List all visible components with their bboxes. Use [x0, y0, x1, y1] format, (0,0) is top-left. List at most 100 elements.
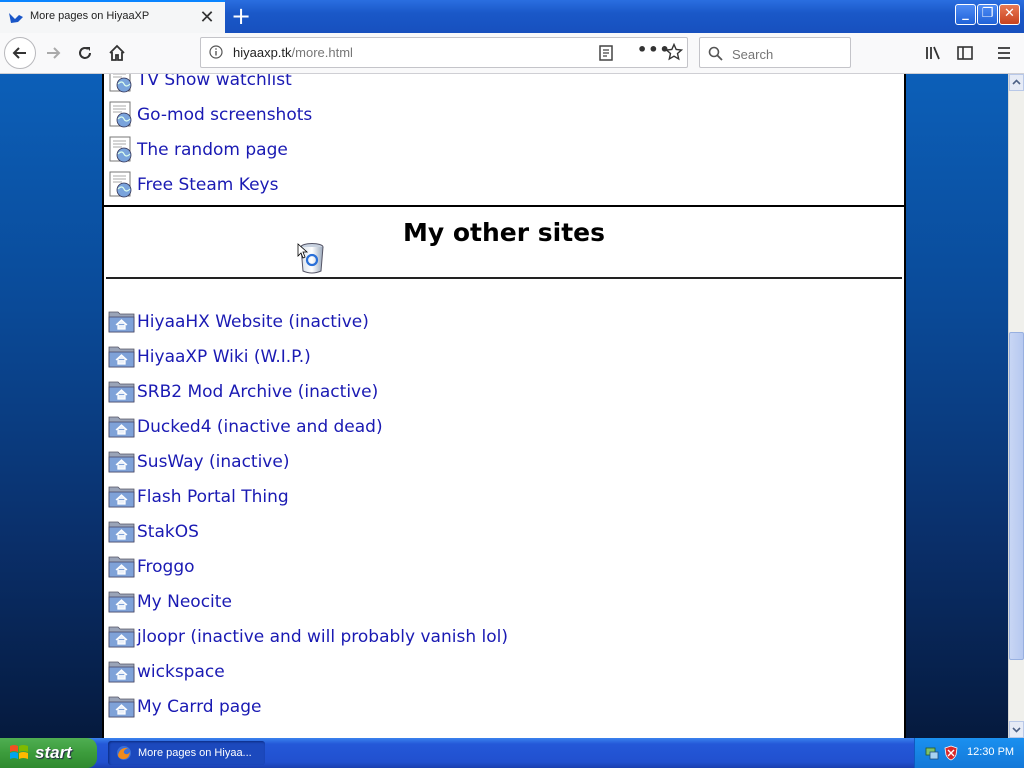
folder-home-icon — [108, 521, 135, 543]
link-label[interactable]: SusWay (inactive) — [137, 452, 289, 472]
info-icon[interactable] — [209, 45, 223, 59]
search-bar[interactable] — [699, 37, 851, 68]
link-label[interactable]: Ducked4 (inactive and dead) — [137, 417, 383, 437]
tab-active[interactable]: More pages on HiyaaXP ✕ — [0, 0, 225, 33]
security-shield-icon[interactable] — [943, 745, 959, 761]
web-page-icon — [109, 74, 132, 93]
url-path: /more.html — [291, 45, 353, 60]
search-icon — [708, 46, 723, 61]
link-item[interactable]: Froggo — [108, 551, 195, 583]
restore-button[interactable]: ❐ — [977, 4, 998, 25]
sidebar-button[interactable] — [950, 38, 980, 68]
start-label: start — [35, 743, 72, 762]
tab-title: More pages on HiyaaXP — [30, 10, 150, 22]
menu-button[interactable] — [989, 38, 1019, 68]
link-label[interactable]: HiyaaXP Wiki (W.I.P.) — [137, 347, 311, 367]
home-icon — [109, 44, 125, 61]
link-item[interactable]: SRB2 Mod Archive (inactive) — [108, 376, 378, 408]
taskbar-item-browser[interactable]: More pages on Hiyaa... — [108, 741, 265, 765]
library-icon — [926, 46, 940, 60]
link-item[interactable]: HiyaaHX Website (inactive) — [108, 306, 369, 338]
scroll-thumb[interactable] — [1009, 332, 1024, 660]
link-label[interactable]: wickspace — [137, 662, 225, 682]
reload-icon — [79, 47, 91, 59]
link-item[interactable]: wickspace — [108, 656, 225, 688]
folder-home-icon — [108, 311, 135, 333]
reload-button[interactable] — [70, 38, 100, 68]
firefox-icon — [117, 746, 131, 760]
folder-home-icon — [108, 626, 135, 648]
scroll-up-button[interactable] — [1009, 74, 1024, 91]
folder-home-icon — [108, 556, 135, 578]
library-button[interactable] — [918, 38, 948, 68]
tab-close-icon[interactable]: ✕ — [196, 7, 218, 29]
link-label[interactable]: StakOS — [137, 522, 199, 542]
divider — [106, 277, 902, 279]
link-item[interactable]: Flash Portal Thing — [108, 481, 289, 513]
close-window-button[interactable]: ✕ — [999, 4, 1020, 25]
folder-home-icon — [108, 591, 135, 613]
url-host: hiyaaxp.tk — [233, 45, 292, 60]
clock: 12:30 PM — [967, 746, 1015, 758]
star-icon[interactable] — [665, 43, 683, 61]
link-label[interactable]: TV Show watchlist — [137, 74, 292, 90]
folder-home-icon — [108, 381, 135, 403]
home-button[interactable] — [102, 38, 132, 68]
link-item[interactable]: SusWay (inactive) — [108, 446, 289, 478]
folder-home-icon — [108, 696, 135, 718]
hamburger-menu-icon — [998, 47, 1010, 59]
link-item[interactable]: Ducked4 (inactive and dead) — [108, 411, 383, 443]
link-label[interactable]: Free Steam Keys — [137, 175, 278, 195]
recycle-bin-cursor-icon — [297, 243, 324, 274]
link-item[interactable]: jloopr (inactive and will probably vanis… — [108, 621, 508, 653]
link-item[interactable]: My Carrd page — [108, 691, 261, 723]
link-item[interactable]: The random page — [108, 134, 288, 166]
sidebar-icon — [957, 46, 973, 60]
bird-favicon-icon — [9, 13, 23, 23]
back-button[interactable] — [4, 37, 36, 69]
link-item[interactable]: StakOS — [108, 516, 199, 548]
divider — [104, 205, 904, 207]
arrow-right-icon — [47, 47, 61, 59]
windows-logo-icon — [10, 745, 28, 759]
content-box: TV Show watchlist Go-mod screenshots The r… — [102, 74, 906, 738]
link-label[interactable]: HiyaaHX Website (inactive) — [137, 312, 369, 332]
vertical-scrollbar[interactable] — [1008, 74, 1024, 738]
minimize-button[interactable]: _ — [955, 4, 976, 25]
url-text[interactable]: hiyaaxp.tk/more.html — [233, 45, 353, 60]
link-label[interactable]: My Neocite — [137, 592, 232, 612]
web-page-icon — [109, 136, 132, 163]
link-item[interactable]: Free Steam Keys — [108, 169, 278, 201]
link-item[interactable]: TV Show watchlist — [108, 74, 292, 96]
link-label[interactable]: jloopr (inactive and will probably vanis… — [137, 627, 508, 647]
link-item[interactable]: Go-mod screenshots — [108, 99, 312, 131]
link-label[interactable]: Flash Portal Thing — [137, 487, 289, 507]
link-label[interactable]: The random page — [137, 140, 288, 160]
chevron-down-icon — [1012, 727, 1021, 733]
web-page-icon — [109, 101, 132, 128]
page-viewport: TV Show watchlist Go-mod screenshots The r… — [0, 74, 1008, 738]
folder-home-icon — [108, 661, 135, 683]
link-label[interactable]: SRB2 Mod Archive (inactive) — [137, 382, 378, 402]
folder-home-icon — [108, 451, 135, 473]
scroll-down-button[interactable] — [1009, 721, 1024, 738]
link-label[interactable]: Go-mod screenshots — [137, 105, 312, 125]
link-item[interactable]: HiyaaXP Wiki (W.I.P.) — [108, 341, 311, 373]
search-input[interactable] — [730, 43, 849, 65]
forward-button[interactable] — [38, 38, 68, 68]
nav-toolbar: hiyaaxp.tk/more.html ••• — [0, 33, 1024, 74]
reader-view-icon[interactable] — [597, 44, 615, 62]
url-bar[interactable]: hiyaaxp.tk/more.html ••• — [200, 37, 688, 68]
link-item[interactable]: My Neocite — [108, 586, 232, 618]
chevron-up-icon — [1012, 79, 1021, 85]
taskbar-item-label: More pages on Hiyaa... — [138, 747, 252, 759]
link-label[interactable]: Froggo — [137, 557, 195, 577]
taskbar: start More pages on Hiyaa... 12:30 PM — [0, 738, 1024, 768]
folder-home-icon — [108, 346, 135, 368]
folder-home-icon — [108, 416, 135, 438]
start-button[interactable]: start — [0, 738, 97, 768]
title-bar: More pages on HiyaaXP ✕ + _ ❐ ✕ — [0, 0, 1024, 33]
network-icon[interactable] — [924, 745, 940, 761]
link-label[interactable]: My Carrd page — [137, 697, 261, 717]
new-tab-button[interactable]: + — [228, 4, 254, 30]
